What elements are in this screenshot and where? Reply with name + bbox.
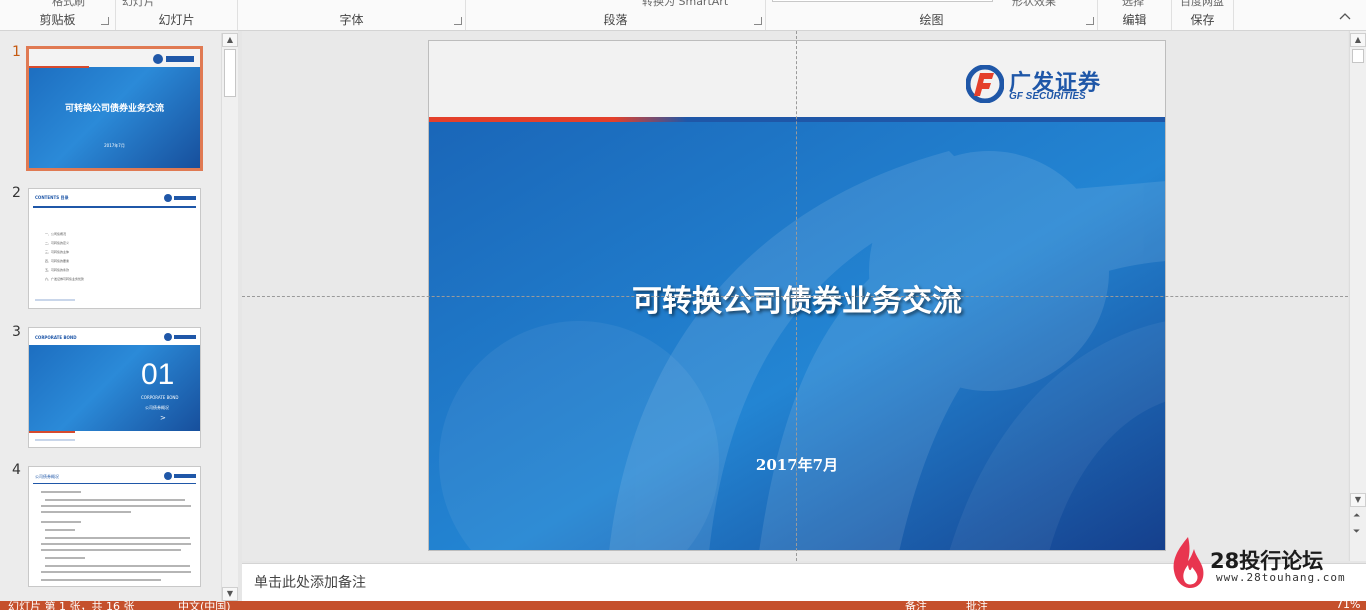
slide-thumbnail-1[interactable]: 可转换公司债券业务交流 2017年7月: [26, 46, 203, 171]
status-language[interactable]: 中文(中国): [178, 601, 231, 610]
gf-logo-icon: [164, 333, 196, 341]
group-label: 幻灯片: [158, 13, 195, 27]
scroll-thumb[interactable]: [1352, 49, 1364, 63]
thumb-sub: CORPORATE BOND: [141, 395, 179, 400]
group-label: 段落: [603, 13, 628, 27]
dialog-launcher-icon[interactable]: [1086, 17, 1094, 25]
dialog-launcher-icon[interactable]: [454, 17, 462, 25]
scroll-up-icon[interactable]: ▲: [1350, 33, 1366, 47]
group-label: 字体: [339, 13, 364, 27]
group-label: 编辑: [1122, 13, 1147, 27]
editor-scrollbar[interactable]: ▲ ▼ ⏶ ⏷: [1349, 31, 1366, 561]
thumb-toc-item: 四、可转债的要素: [45, 259, 70, 263]
slide-number: 4: [12, 462, 21, 478]
status-zoom[interactable]: 71%: [1336, 601, 1360, 610]
group-label: 绘图: [919, 13, 944, 27]
group-font: 字体: [238, 0, 466, 30]
slide-title[interactable]: 可转换公司债券业务交流: [429, 276, 1165, 320]
slide-thumbnail-2[interactable]: CONTENTS 目录 一、公司债概况 二、可转债的定义 三、可转债的主体 四、…: [28, 188, 201, 309]
watermark-url: www.28touhang.com: [1216, 571, 1346, 584]
slide-number: 3: [12, 324, 21, 340]
thumb-toc-item: 六、广发证券可转债业务优势: [45, 277, 85, 281]
slide-thumbnail-3[interactable]: CORPORATE BOND 01 CORPORATE BOND 公司债券概况 …: [28, 327, 201, 448]
group-editing: 编辑: [1098, 0, 1172, 30]
slide-number: 1: [12, 44, 21, 60]
collapse-ribbon-icon[interactable]: [1339, 12, 1351, 20]
thumb-date: 2017年7月: [104, 143, 125, 148]
thumb-toc-item: 五、可转债的条款: [45, 268, 70, 272]
group-paragraph: 段落: [466, 0, 766, 30]
thumb-header: CONTENTS 目录: [35, 195, 69, 200]
thumb-header: CORPORATE BOND: [35, 335, 77, 340]
status-comments-button[interactable]: 批注: [966, 601, 988, 610]
slide-number: 2: [12, 185, 21, 201]
notes-placeholder: 单击此处添加备注: [254, 575, 366, 591]
scroll-down-icon[interactable]: ▼: [222, 587, 238, 601]
status-bar: 幻灯片 第 1 张，共 16 张 中文(中国) 备注 批注 71%: [0, 601, 1366, 610]
thumb-sub2: 公司债券概况: [145, 405, 169, 410]
scroll-down-icon[interactable]: ▼: [1350, 493, 1366, 507]
thumbnail-scrollbar[interactable]: ▲ ▼: [221, 33, 238, 601]
thumb-text-lines: [41, 491, 191, 581]
group-save: 保存: [1172, 0, 1234, 30]
thumb-big-number: 01: [141, 358, 175, 391]
status-slide-count: 幻灯片 第 1 张，共 16 张: [8, 601, 135, 610]
horizontal-guide[interactable]: [242, 296, 1348, 297]
scroll-thumb[interactable]: [224, 49, 236, 97]
group-drawing: 绘图: [766, 0, 1098, 30]
watermark: 28投行论坛 www.28touhang.com: [1168, 535, 1366, 591]
status-notes-button[interactable]: 备注: [905, 601, 927, 610]
group-clipboard: 剪贴板: [0, 0, 116, 30]
dialog-launcher-icon[interactable]: [101, 17, 109, 25]
group-label: 保存: [1190, 13, 1215, 27]
gf-logo-icon: [164, 194, 196, 202]
scroll-up-icon[interactable]: ▲: [222, 33, 238, 47]
slide-thumbnail-4[interactable]: 公司债券概况: [28, 466, 201, 587]
slide-editor: 广发证券 GF SECURITIES 可转换公司债券业务交流 2017年7月: [242, 31, 1348, 561]
thumb-toc-item: 二、可转债的定义: [45, 241, 70, 245]
thumb-header: 公司债券概况: [35, 474, 59, 479]
gf-logo-icon: [164, 472, 196, 480]
slide-date[interactable]: 2017年7月: [429, 454, 1165, 475]
gf-logo-icon: [966, 65, 1004, 103]
group-label: 剪贴板: [39, 13, 76, 27]
thumb-toc-item: 三、可转债的主体: [45, 250, 70, 254]
gf-logo-icon: [153, 54, 194, 64]
ribbon: 格式刷 幻灯片 转换为 SmartArt 形状效果 选择 百度网盘 剪贴板 幻灯…: [0, 0, 1366, 31]
thumb-toc-item: 一、公司债概况: [45, 232, 67, 236]
slide-logo-en: GF SECURITIES: [1009, 91, 1086, 102]
previous-slide-icon[interactable]: ⏶: [1353, 511, 1360, 521]
thumb-title: 可转换公司债券业务交流: [64, 104, 164, 114]
group-slides: 幻灯片: [116, 0, 238, 30]
dialog-launcher-icon[interactable]: [754, 17, 762, 25]
flame-logo-icon: [1173, 537, 1204, 588]
slide-thumbnail-pane: 1 可转换公司债券业务交流 2017年7月 2 CONTENTS 目录 一、公司…: [0, 31, 238, 601]
